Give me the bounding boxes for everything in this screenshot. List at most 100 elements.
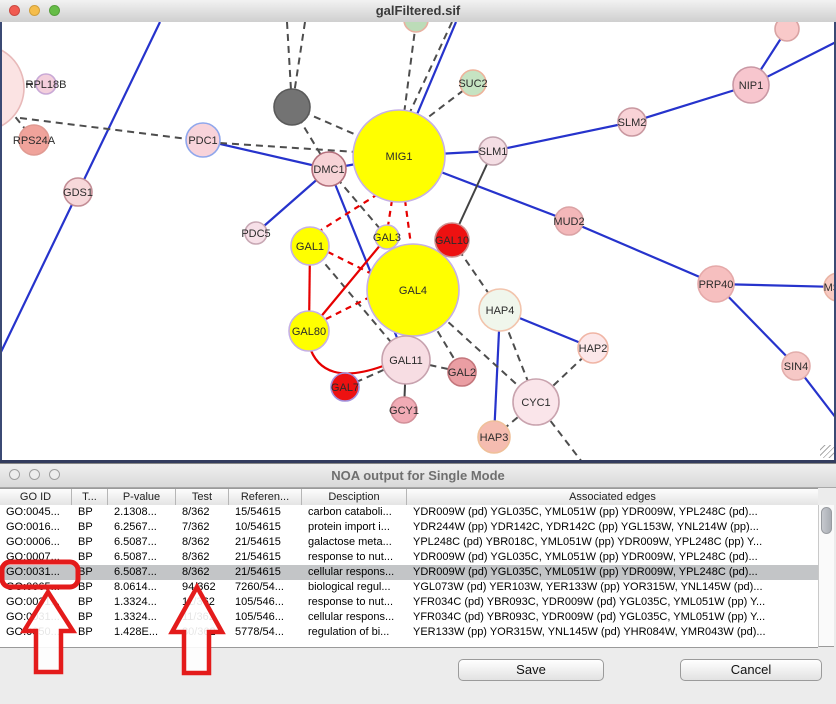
- node-GAL4[interactable]: GAL4: [367, 244, 459, 336]
- table-row[interactable]: GO:0031...BP1.3324...11/362105/546...cel…: [0, 610, 818, 625]
- node-label: MUD2: [553, 216, 584, 228]
- node-label: RPS24A: [13, 135, 56, 147]
- column-header[interactable]: Test: [176, 489, 229, 505]
- network-edge: [318, 194, 378, 232]
- table-cell: 6.5087...: [108, 535, 176, 550]
- node-PRP40[interactable]: PRP40: [698, 266, 734, 302]
- network-edge: [388, 200, 392, 226]
- node-SLM2[interactable]: SLM2: [618, 108, 647, 136]
- save-button[interactable]: Save: [458, 659, 604, 681]
- table-cell: GO:0031...: [0, 610, 72, 625]
- node-MIG1[interactable]: MIG1: [353, 110, 445, 202]
- node-DMC1[interactable]: DMC1: [312, 152, 346, 186]
- table-cell: YFR034C (pd) YBR093C, YDR009W (pd) YGL03…: [407, 595, 818, 610]
- vertical-scrollbar[interactable]: [818, 505, 834, 647]
- table-cell: 10/54615: [229, 520, 302, 535]
- node-GCY1[interactable]: GCY1: [389, 397, 419, 423]
- node-label: GAL4: [399, 285, 427, 297]
- node-HAP3[interactable]: HAP3: [478, 421, 510, 453]
- table-cell: 8/362: [176, 535, 229, 550]
- node-label: GAL10: [435, 235, 469, 247]
- table-cell: GO:0006...: [0, 535, 72, 550]
- node-RPL18B[interactable]: RPL18B: [26, 74, 67, 94]
- table-cell: 105/546...: [229, 595, 302, 610]
- node-label: HAP3: [480, 432, 509, 444]
- table-cell: 6.2567...: [108, 520, 176, 535]
- table-cell: 1.428E...: [108, 625, 176, 640]
- network-canvas[interactable]: MIG1 GAL4 GAL11 CYC1 HAP4 GAL80 GAL1 DMC1 GAL10 G…: [0, 22, 836, 460]
- node-label: DMC1: [313, 164, 344, 176]
- table-row[interactable]: GO:0050...BP1.428E...80/3625778/54...reg…: [0, 625, 818, 640]
- network-edge: [410, 22, 452, 112]
- node-SUC2[interactable]: SUC2: [458, 70, 487, 96]
- node-label: RPL18B: [26, 79, 67, 91]
- node-unlabeled[interactable]: [404, 22, 428, 32]
- node-label: CYC1: [521, 397, 550, 409]
- table-cell: galactose meta...: [302, 535, 407, 550]
- table-cell: GO:0016...: [0, 520, 72, 535]
- node-SIN4[interactable]: SIN4: [782, 352, 810, 380]
- table-cell: 6.5087...: [108, 550, 176, 565]
- table-cell: 80/362: [176, 625, 229, 640]
- table-cell: GO:0031...: [0, 595, 72, 610]
- table-row[interactable]: GO:0031...BP6.5087...8/36221/54615cellul…: [0, 565, 818, 580]
- node-label: MIG1: [386, 151, 413, 163]
- network-edge: [309, 345, 383, 373]
- table-row[interactable]: GO:0016...BP6.2567...7/36210/54615protei…: [0, 520, 818, 535]
- table-cell: YPL248C (pd) YBR018C, YML051W (pp) YDR00…: [407, 535, 818, 550]
- node-HAP2[interactable]: HAP2: [578, 333, 608, 363]
- table-cell: BP: [72, 610, 108, 625]
- table-cell: YFR034C (pd) YBR093C, YDR009W (pd) YGL03…: [407, 610, 818, 625]
- table-cell: protein import i...: [302, 520, 407, 535]
- node-GAL80[interactable]: GAL80: [289, 311, 329, 351]
- node-unlabeled[interactable]: [775, 22, 799, 41]
- column-header[interactable]: GO ID: [0, 489, 72, 505]
- column-header[interactable]: T...: [72, 489, 108, 505]
- node-GAL3[interactable]: GAL3: [373, 225, 401, 249]
- window-title: galFiltered.sif: [0, 0, 836, 22]
- column-header[interactable]: Associated edges: [407, 489, 818, 505]
- node-GAL10[interactable]: GAL10: [435, 223, 469, 257]
- node-GAL2[interactable]: GAL2: [448, 358, 476, 386]
- table-cell: carbon cataboli...: [302, 505, 407, 520]
- table-cell: YDR244W (pp) YDR142C, YDR142C (pp) YGL15…: [407, 520, 818, 535]
- resize-grip-icon[interactable]: [820, 445, 834, 458]
- table-cell: 2.1308...: [108, 505, 176, 520]
- scrollbar-thumb[interactable]: [821, 507, 832, 534]
- table-row[interactable]: GO:0031...BP1.3324...11/362105/546...res…: [0, 595, 818, 610]
- node-PDC1[interactable]: PDC1: [186, 123, 220, 157]
- column-header[interactable]: P-value: [108, 489, 176, 505]
- table-cell: 5778/54...: [229, 625, 302, 640]
- network-window-titlebar[interactable]: galFiltered.sif: [0, 0, 836, 23]
- node-SLM1[interactable]: SLM1: [479, 137, 508, 165]
- node-GAL1[interactable]: GAL1: [291, 227, 329, 265]
- column-header[interactable]: Referen...: [229, 489, 302, 505]
- column-header[interactable]: Desciption: [302, 489, 407, 505]
- node-NIP1[interactable]: NIP1: [733, 67, 769, 103]
- table-row[interactable]: GO:0006...BP6.5087...8/36221/54615galact…: [0, 535, 818, 550]
- table-cell: BP: [72, 550, 108, 565]
- node-MUD2[interactable]: MUD2: [553, 207, 584, 235]
- table-cell: 7/362: [176, 520, 229, 535]
- node-GDS1[interactable]: GDS1: [63, 178, 93, 206]
- table-row[interactable]: GO:0045...BP2.1308...8/36215/54615carbon…: [0, 505, 818, 520]
- table-cell: 7260/54...: [229, 580, 302, 595]
- node-label: GAL7: [331, 382, 359, 394]
- node-label: GAL11: [389, 355, 422, 367]
- table-row[interactable]: GO:0065...BP8.0614...94/3627260/54...bio…: [0, 580, 818, 595]
- table-header[interactable]: GO IDT...P-valueTestReferen...Desciption…: [0, 488, 818, 506]
- node-GAL7[interactable]: GAL7: [331, 373, 359, 401]
- table-row[interactable]: GO:0007...BP6.5087...8/36221/54615respon…: [0, 550, 818, 565]
- cancel-button[interactable]: Cancel: [680, 659, 822, 681]
- node-circle: [404, 22, 428, 32]
- node-GAL11[interactable]: GAL11: [382, 336, 430, 384]
- table-cell: 15/54615: [229, 505, 302, 520]
- node-unlabeled[interactable]: [274, 89, 310, 125]
- node-HAP4[interactable]: HAP4: [479, 289, 521, 331]
- node-RPS24A[interactable]: RPS24A: [13, 125, 56, 155]
- node-label: GDS1: [63, 187, 93, 199]
- screenshot-root: galFiltered.sif MIG1GAL4GAL11CYC1HAP4GAL…: [0, 0, 836, 704]
- node-CYC1[interactable]: CYC1: [513, 379, 559, 425]
- noa-window-titlebar[interactable]: NOA output for Single Mode: [0, 464, 836, 488]
- table-cell: BP: [72, 565, 108, 580]
